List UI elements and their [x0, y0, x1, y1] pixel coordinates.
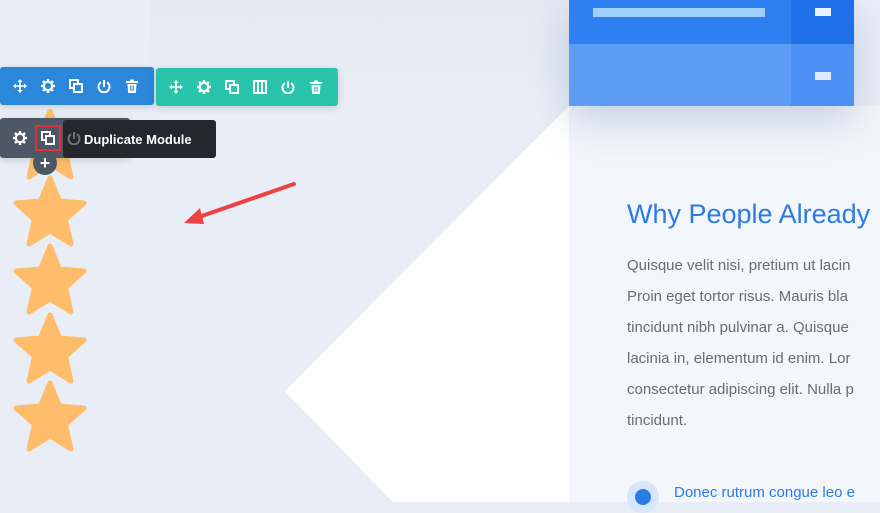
duplicate-module-button[interactable] — [34, 124, 62, 152]
columns-icon — [253, 80, 267, 94]
gear-icon — [41, 79, 55, 93]
delete-column-button[interactable] — [302, 73, 330, 101]
paragraph-line: consectetur adipiscing elit. Nulla p — [627, 381, 854, 398]
paragraph-line: Quisque velit nisi, pretium ut lacin — [627, 257, 851, 274]
bullet-text: Donec rutrum congue leo e — [674, 484, 855, 501]
column-toolbar — [156, 68, 338, 106]
save-row-button[interactable] — [90, 72, 118, 100]
add-module-button[interactable]: + — [33, 151, 57, 175]
move-icon — [169, 80, 183, 94]
star-icon — [13, 312, 87, 384]
duplicate-icon — [225, 80, 239, 94]
tooltip-text: Duplicate Module — [84, 131, 192, 147]
column-structure-button[interactable] — [246, 73, 274, 101]
gear-icon — [197, 80, 211, 94]
row-toolbar — [0, 67, 154, 105]
star-icon — [13, 175, 87, 247]
trash-icon — [310, 80, 322, 94]
paragraph-line: tincidunt nibh pulvinar a. Quisque — [627, 319, 849, 336]
power-icon — [97, 80, 111, 93]
header-image — [569, 0, 854, 106]
module-settings-button[interactable] — [6, 124, 34, 152]
bullet-dot — [635, 489, 651, 505]
move-icon — [13, 79, 27, 93]
save-column-button[interactable] — [274, 73, 302, 101]
move-row-button[interactable] — [6, 72, 34, 100]
power-icon — [67, 132, 81, 145]
move-column-button[interactable] — [162, 73, 190, 101]
gear-icon — [13, 131, 27, 145]
power-icon — [281, 81, 295, 94]
column-settings-button[interactable] — [190, 73, 218, 101]
body-paragraph: Quisque velit nisi, pretium ut lacin Pro… — [627, 250, 880, 436]
duplicate-icon — [41, 131, 55, 145]
duplicate-icon — [69, 79, 83, 93]
delete-row-button[interactable] — [118, 72, 146, 100]
trash-icon — [126, 79, 138, 93]
paragraph-line: Proin eget tortor risus. Mauris bla — [627, 288, 848, 305]
paragraph-line: lacinia in, elementum id enim. Lor — [627, 350, 851, 367]
section-heading: Why People Already — [627, 199, 871, 229]
duplicate-module-tooltip: Duplicate Module — [63, 120, 216, 158]
duplicate-column-button[interactable] — [218, 73, 246, 101]
star-icon — [13, 380, 87, 452]
arrow-annotation — [184, 182, 296, 224]
star-icon — [13, 243, 87, 315]
row-settings-button[interactable] — [34, 72, 62, 100]
duplicate-row-button[interactable] — [62, 72, 90, 100]
paragraph-line: tincidunt. — [627, 412, 688, 429]
